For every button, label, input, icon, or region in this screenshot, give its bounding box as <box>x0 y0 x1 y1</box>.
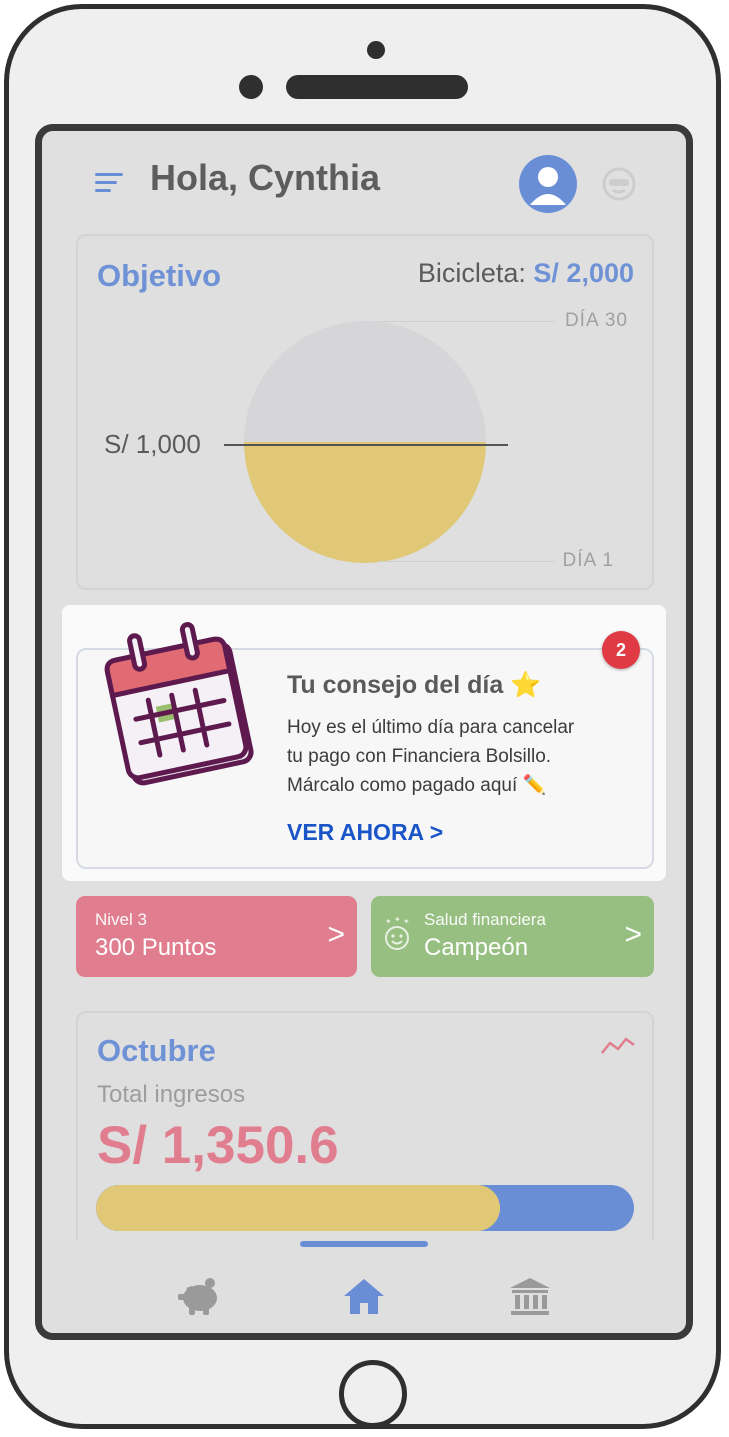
current-level-line <box>224 444 508 446</box>
income-card[interactable]: Octubre Total ingresos S/ 1,350.6 <box>76 1011 654 1271</box>
goal-progress-circle <box>244 321 486 563</box>
income-progress-fill <box>96 1185 500 1231</box>
calendar-icon <box>104 622 254 786</box>
bank-icon[interactable] <box>508 1276 552 1316</box>
home-icon[interactable] <box>342 1276 386 1316</box>
svg-text:✦: ✦ <box>385 917 392 926</box>
front-camera <box>367 41 385 59</box>
see-now-link[interactable]: VER AHORA > <box>287 819 443 846</box>
trend-chart-icon[interactable] <box>600 1033 636 1057</box>
income-progress-bar <box>96 1185 634 1231</box>
champion-face-icon: ✦ ✦ ✦ <box>385 916 410 950</box>
day30-label: DÍA 30 <box>564 310 628 331</box>
home-button[interactable] <box>339 1360 407 1428</box>
menu-icon[interactable] <box>95 173 125 193</box>
day1-label: DÍA 1 <box>562 550 614 571</box>
goal-progress-fill <box>244 442 486 563</box>
greeting-title: Hola, Cynthia <box>150 157 381 198</box>
health-label: Salud financiera <box>424 910 546 929</box>
notification-badge: 2 <box>602 631 640 669</box>
level-label: Nivel 3 <box>95 910 147 929</box>
health-value: Campeón <box>424 934 529 961</box>
tip-line-3: Márcalo como pagado aquí ✏️ <box>287 775 547 796</box>
goal-card[interactable]: Objetivo Bicicleta: S/ 2,000 DÍA 30 S/ 1… <box>76 234 654 590</box>
goal-amount: S/ 2,000 <box>533 258 634 288</box>
chevron-right-icon: > <box>624 918 642 951</box>
chevron-right-icon: > <box>327 918 345 951</box>
income-subtitle: Total ingresos <box>97 1081 246 1108</box>
svg-text:✦: ✦ <box>403 917 410 926</box>
goal-title: Objetivo <box>97 258 222 293</box>
income-amount: S/ 1,350.6 <box>97 1116 339 1175</box>
tip-title: Tu consejo del día ⭐ <box>287 671 542 699</box>
day30-guide-line <box>378 321 554 322</box>
points-value: 300 Puntos <box>95 934 217 961</box>
active-tab-indicator <box>300 1241 428 1247</box>
tip-line-2: tu pago con Financiera Bolsillo. <box>287 746 552 767</box>
level-tile[interactable]: Nivel 3 300 Puntos > <box>76 896 357 977</box>
avatar[interactable] <box>519 155 577 213</box>
tip-text: Hoy es el último día para cancelar tu pa… <box>287 713 617 800</box>
assistant-icon[interactable] <box>602 167 636 201</box>
financial-health-tile[interactable]: ✦ ✦ ✦ Salud financiera Campeón > <box>371 896 654 977</box>
piggy-bank-icon[interactable] <box>176 1276 220 1316</box>
month-title: Octubre <box>97 1033 216 1068</box>
svg-text:✦: ✦ <box>394 916 401 924</box>
day1-guide-line <box>378 561 554 562</box>
user-icon <box>530 167 566 205</box>
speaker <box>286 75 468 99</box>
app-screen: Hola, Cynthia Objetivo Bicicleta: S/ 2,0… <box>35 124 693 1340</box>
goal-target: Bicicleta: S/ 2,000 <box>418 258 634 289</box>
current-amount-label: S/ 1,000 <box>104 429 201 459</box>
goal-name: Bicicleta: <box>417 258 534 288</box>
sensor <box>239 75 263 99</box>
tip-line-1: Hoy es el último día para cancelar <box>287 717 575 738</box>
